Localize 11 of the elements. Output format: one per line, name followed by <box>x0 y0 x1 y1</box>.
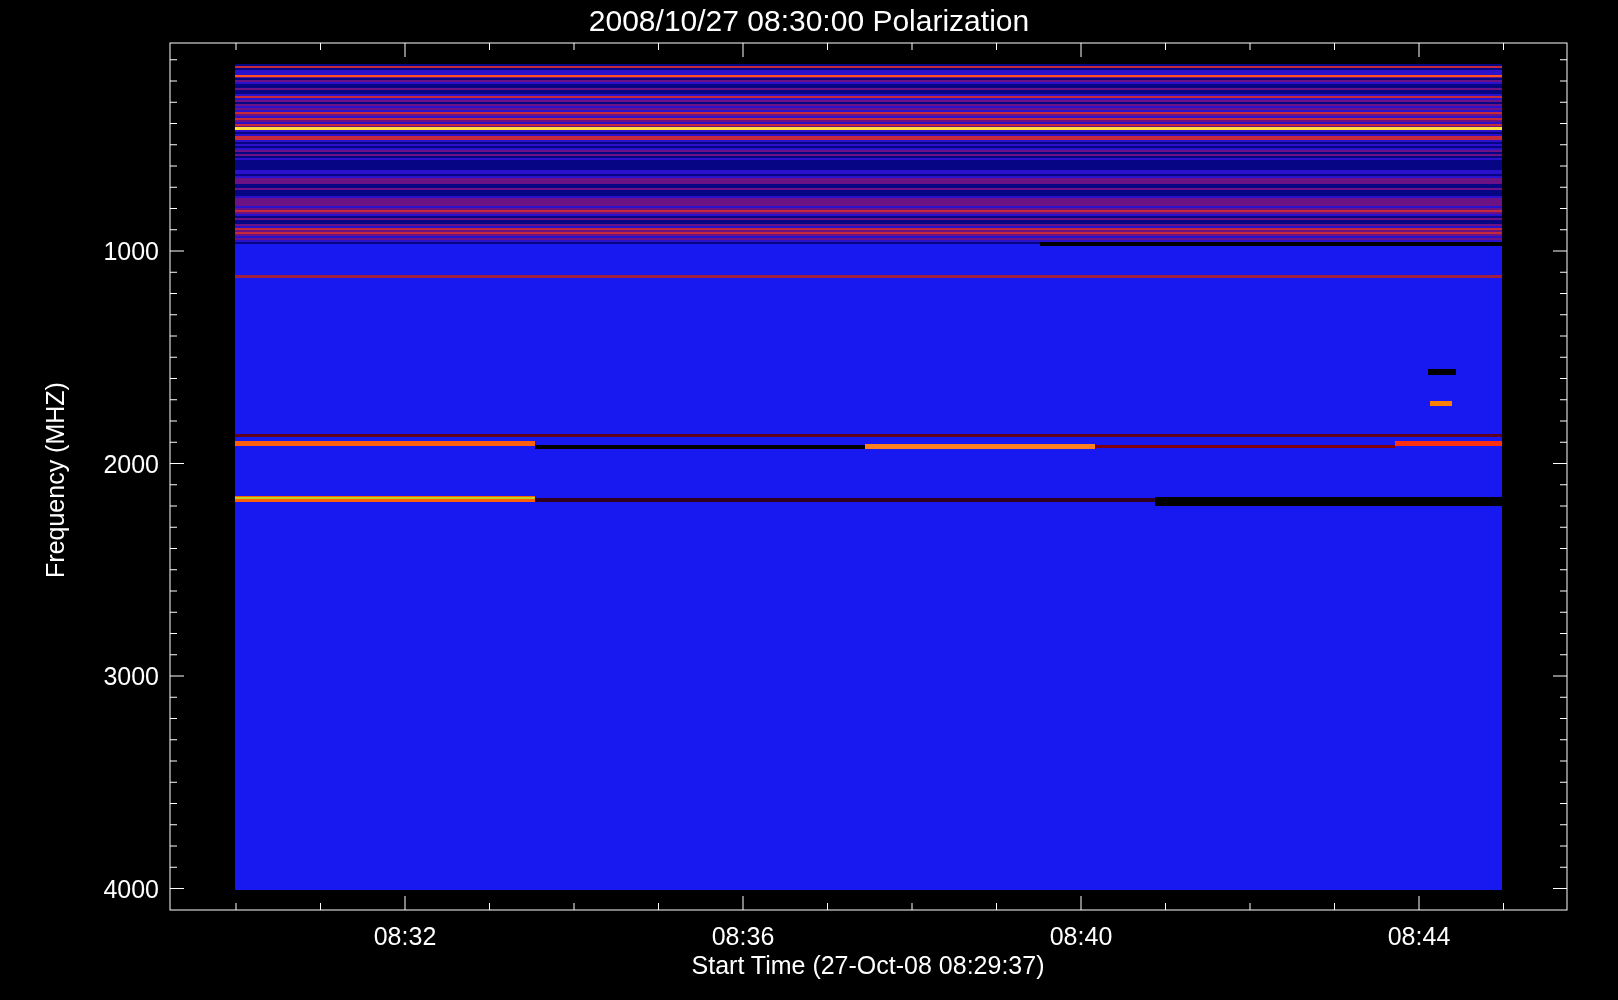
y-tick-label: 3000 <box>103 662 159 690</box>
y-axis-label: Frequency (MHZ) <box>41 382 69 578</box>
x-axis-label: Start Time (27-Oct-08 08:29:37) <box>691 951 1045 979</box>
y-tick-label: 2000 <box>103 449 159 478</box>
x-tick-label: 08:40 <box>1049 922 1113 950</box>
y-tick-label: 1000 <box>103 237 159 265</box>
x-tick-label: 08:36 <box>711 922 775 950</box>
x-tick-label: 08:32 <box>373 922 437 950</box>
chart-title: 2008/10/27 08:30:00 Polarization <box>588 4 1030 37</box>
y-tick-label: 4000 <box>103 874 159 903</box>
x-tick-label: 08:44 <box>1387 922 1451 950</box>
